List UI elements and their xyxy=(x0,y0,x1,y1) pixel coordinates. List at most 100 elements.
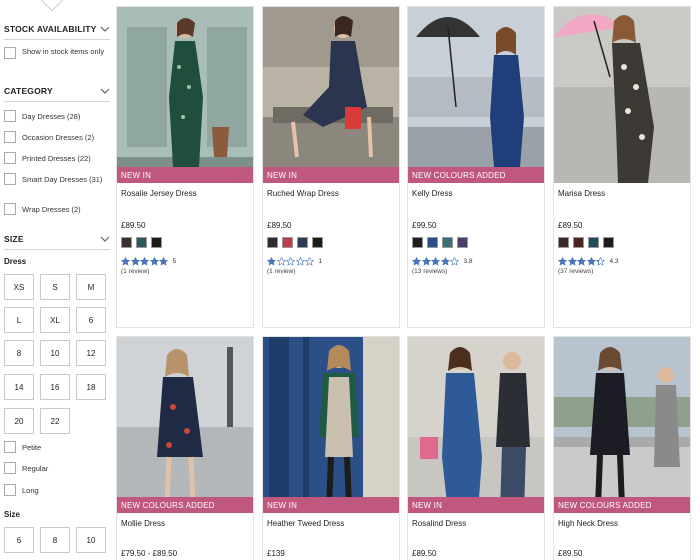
review-count[interactable]: (1 review) xyxy=(267,268,296,275)
size2-button-10[interactable]: 10 xyxy=(76,527,106,553)
category-item-day-dresses[interactable]: Day Dresses (28) xyxy=(4,110,110,122)
in-stock-checkbox[interactable]: Show in stock items only xyxy=(4,47,110,59)
product-price: £89.50 xyxy=(558,221,583,230)
product-card[interactable]: NEW IN Rosalind Dress £89.50 xyxy=(407,336,545,560)
size-button-12[interactable]: 12 xyxy=(76,340,106,366)
checkbox-box[interactable] xyxy=(4,462,16,474)
color-swatch[interactable] xyxy=(603,237,614,248)
product-image[interactable]: NEW COLOURS ADDED xyxy=(408,7,544,183)
product-name[interactable]: Kelly Dress xyxy=(412,189,452,198)
product-name[interactable]: Rosalie Jersey Dress xyxy=(121,189,197,198)
color-swatch[interactable] xyxy=(121,237,132,248)
product-price: £79.50 - £89.50 xyxy=(121,549,178,558)
fit-label: Regular xyxy=(22,464,49,473)
fit-label: Petite xyxy=(22,443,42,452)
size-button-14[interactable]: 14 xyxy=(4,374,34,400)
star-icon xyxy=(159,257,168,266)
product-name[interactable]: Mollie Dress xyxy=(121,519,165,528)
color-swatch[interactable] xyxy=(558,237,569,248)
checkbox-box[interactable] xyxy=(4,203,16,215)
product-image[interactable]: NEW IN xyxy=(263,337,399,513)
color-swatch[interactable] xyxy=(427,237,438,248)
product-image[interactable]: NEW COLOURS ADDED xyxy=(117,337,253,513)
star-icon xyxy=(286,257,295,266)
checkbox-box[interactable] xyxy=(4,173,16,185)
product-image[interactable]: NEW IN xyxy=(263,7,399,183)
color-swatch[interactable] xyxy=(573,237,584,248)
color-swatch[interactable] xyxy=(136,237,147,248)
color-swatch[interactable] xyxy=(588,237,599,248)
stock-availability-toggle[interactable]: STOCK AVAILABILITY xyxy=(4,18,110,40)
size-button-xl[interactable]: XL xyxy=(40,307,70,333)
review-count[interactable]: (37 reviews) xyxy=(558,268,593,275)
checkbox-box[interactable] xyxy=(4,110,16,122)
product-price: £89.50 xyxy=(558,549,583,558)
review-count[interactable]: (13 reviews) xyxy=(412,268,447,275)
product-image[interactable] xyxy=(554,7,690,183)
category-toggle[interactable]: CATEGORY xyxy=(4,80,110,102)
rating-value: 5 xyxy=(172,258,177,265)
star-icon xyxy=(412,257,421,266)
category-item-printed-dresses[interactable]: Printed Dresses (22) xyxy=(4,152,110,164)
fit-option-long[interactable]: Long xyxy=(4,484,110,496)
star-icon xyxy=(596,257,605,266)
product-name[interactable]: High Neck Dress xyxy=(558,519,618,528)
size-button-8[interactable]: 8 xyxy=(4,340,34,366)
product-card[interactable]: NEW IN Ruched Wrap Dress £89.50 1 (1 rev… xyxy=(262,6,400,328)
star-icon xyxy=(130,257,140,266)
color-swatch[interactable] xyxy=(457,237,468,248)
size-button-l[interactable]: L xyxy=(4,307,34,333)
product-card[interactable]: NEW COLOURS ADDED Mollie Dress £79.50 - … xyxy=(116,336,254,560)
size-button-20[interactable]: 20 xyxy=(4,408,34,434)
fit-option-petite[interactable]: Petite xyxy=(4,441,110,453)
size-button-6[interactable]: 6 xyxy=(76,307,106,333)
checkbox-box[interactable] xyxy=(4,131,16,143)
color-swatch[interactable] xyxy=(412,237,423,248)
size-button-m[interactable]: M xyxy=(76,274,106,300)
product-card[interactable]: NEW IN Rosalie Jersey Dress £89.50 5 (1 … xyxy=(116,6,254,328)
product-badge: NEW IN xyxy=(117,167,253,183)
product-name[interactable]: Marisa Dress xyxy=(558,189,605,198)
size2-button-8[interactable]: 8 xyxy=(40,527,70,553)
product-card[interactable]: Marisa Dress £89.50 4.3 (37 reviews) xyxy=(553,6,691,328)
category-item-smart-day-dresses[interactable]: Smart Day Dresses (31) xyxy=(4,173,108,185)
star-icon xyxy=(586,257,596,266)
product-name[interactable]: Ruched Wrap Dress xyxy=(267,189,339,198)
in-stock-label: Show in stock items only xyxy=(22,47,105,56)
review-count[interactable]: (1 review) xyxy=(121,268,150,275)
checkbox-box[interactable] xyxy=(4,152,16,164)
category-label: Printed Dresses (22) xyxy=(22,154,91,163)
size-button-s[interactable]: S xyxy=(40,274,70,300)
product-image[interactable]: NEW IN xyxy=(408,337,544,513)
color-swatch[interactable] xyxy=(151,237,162,248)
product-image[interactable]: NEW COLOURS ADDED xyxy=(554,337,690,513)
size2-button-6[interactable]: 6 xyxy=(4,527,34,553)
category-item-occasion-dresses[interactable]: Occasion Dresses (2) xyxy=(4,131,110,143)
product-image[interactable]: NEW IN xyxy=(117,7,253,183)
product-name[interactable]: Rosalind Dress xyxy=(412,519,466,528)
product-card[interactable]: NEW COLOURS ADDED Kelly Dress £99.50 3.8… xyxy=(407,6,545,328)
category-item-wrap-dresses[interactable]: Wrap Dresses (2) xyxy=(4,203,110,215)
size-button-18[interactable]: 18 xyxy=(76,374,106,400)
size-button-10[interactable]: 10 xyxy=(40,340,70,366)
category-label: Occasion Dresses (2) xyxy=(22,133,95,142)
category-title: CATEGORY xyxy=(4,85,53,96)
size-button-22[interactable]: 22 xyxy=(40,408,70,434)
star-icon xyxy=(276,257,286,266)
color-swatch[interactable] xyxy=(282,237,293,248)
size-button-xs[interactable]: XS xyxy=(4,274,34,300)
product-card[interactable]: NEW IN Heather Tweed Dress £139 xyxy=(262,336,400,560)
size-toggle[interactable]: SIZE xyxy=(4,228,110,250)
checkbox-box[interactable] xyxy=(4,47,16,59)
color-swatch[interactable] xyxy=(312,237,323,248)
checkbox-box[interactable] xyxy=(4,484,16,496)
checkbox-box[interactable] xyxy=(4,441,16,453)
color-swatch[interactable] xyxy=(267,237,278,248)
product-name[interactable]: Heather Tweed Dress xyxy=(267,519,344,528)
color-swatch[interactable] xyxy=(297,237,308,248)
size-button-16[interactable]: 16 xyxy=(40,374,70,400)
fit-option-regular[interactable]: Regular xyxy=(4,462,110,474)
rating-value: 4.3 xyxy=(609,258,619,265)
color-swatch[interactable] xyxy=(442,237,453,248)
product-card[interactable]: NEW COLOURS ADDED High Neck Dress £89.50 xyxy=(553,336,691,560)
